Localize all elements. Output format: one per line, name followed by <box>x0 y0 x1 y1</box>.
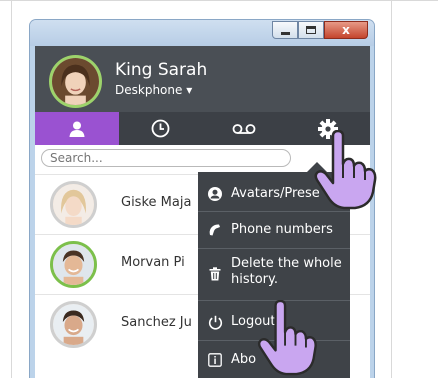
device-selector[interactable]: Deskphone ▾ <box>115 83 192 97</box>
tab-history[interactable] <box>119 112 203 145</box>
close-button[interactable]: x <box>324 21 368 39</box>
contact-name: Morvan Pi <box>121 255 185 270</box>
power-icon <box>207 314 223 330</box>
cell-divider-left <box>11 1 12 378</box>
tab-contacts[interactable] <box>35 112 119 145</box>
window-controls: x <box>272 21 368 39</box>
contact-avatar <box>50 301 97 348</box>
contact-avatar <box>50 241 97 288</box>
minimize-icon <box>280 31 290 35</box>
voicemail-icon <box>232 123 256 134</box>
tab-voicemail[interactable] <box>203 112 287 145</box>
close-icon: x <box>342 23 350 37</box>
menu-item-label-line1: Delete the whole <box>231 256 342 271</box>
contact-name: Sanchez Ju <box>121 315 192 330</box>
user-header: King Sarah Deskphone ▾ <box>35 46 370 112</box>
user-avatar[interactable] <box>49 55 102 108</box>
menu-item-label: Avatars/Prese <box>231 186 320 201</box>
hand-cursor-icon <box>257 300 317 376</box>
clock-icon <box>151 119 170 138</box>
menu-divider <box>198 211 350 212</box>
search-input[interactable] <box>41 149 291 167</box>
maximize-button[interactable] <box>298 21 324 39</box>
menu-item-delete-history[interactable]: Delete the whole history. <box>198 256 350 292</box>
contact-avatar <box>50 181 97 228</box>
title-bar[interactable]: x <box>30 20 374 46</box>
hand-cursor-icon <box>314 130 377 210</box>
user-name: King Sarah <box>115 60 208 80</box>
menu-divider <box>198 248 350 249</box>
contact-name: Giske Maja <box>121 195 192 210</box>
app-client-area: King Sarah Deskphone ▾ Search... Giske M… <box>35 46 370 378</box>
menu-item-phone-numbers[interactable]: Phone numbers <box>198 220 350 240</box>
menu-item-label-line2: history. <box>231 272 278 287</box>
menu-item-label: Phone numbers <box>231 222 333 237</box>
person-icon <box>69 121 85 137</box>
avatar-icon <box>207 186 223 202</box>
trash-icon <box>207 266 223 282</box>
phone-icon <box>207 222 223 238</box>
info-icon <box>207 352 223 368</box>
maximize-icon <box>306 26 316 34</box>
minimize-button[interactable] <box>272 21 298 39</box>
cell-divider-right <box>391 1 392 378</box>
